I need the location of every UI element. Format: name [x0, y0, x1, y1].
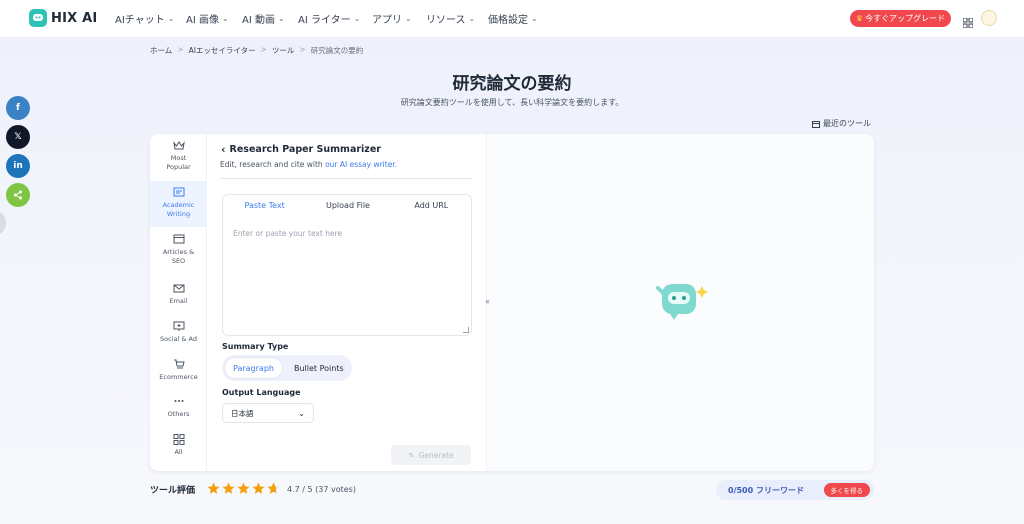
star-icon[interactable]	[222, 482, 235, 495]
tab-paste-text[interactable]: Paste Text	[223, 195, 306, 217]
category-all[interactable]: All	[150, 428, 207, 471]
cart-icon	[173, 359, 185, 369]
more-icon	[174, 400, 183, 402]
social-icon	[173, 321, 184, 331]
nav-ai-chat[interactable]: AIチャット ⌄	[115, 11, 186, 26]
logo-icon	[29, 9, 47, 27]
summary-type-paragraph[interactable]: Paragraph	[225, 358, 282, 378]
breadcrumb: ホーム > AIエッセイライター > ツール > 研究論文の要約	[150, 45, 364, 56]
star-icon[interactable]	[252, 482, 265, 495]
rating-stars[interactable]	[207, 482, 280, 495]
resize-handle[interactable]	[463, 327, 469, 333]
academic-icon	[173, 187, 184, 197]
x-icon: 𝕏	[14, 132, 22, 142]
chevron-down-icon: ⌄	[277, 14, 285, 23]
text-input-box[interactable]: Paste Text Upload File Add URL Enter or …	[222, 194, 472, 336]
chevron-down-icon: ⌄	[221, 14, 229, 23]
top-navbar: HIX AI AIチャット ⌄ AI 画像 ⌄ AI 動画 ⌄ AI ライター ⌄ アプ…	[0, 0, 1024, 38]
avatar[interactable]	[981, 10, 997, 26]
star-icon[interactable]	[207, 482, 220, 495]
wand-icon: ✎	[408, 450, 415, 460]
page-title: 研究論文の要約	[452, 74, 572, 94]
facebook-icon: f	[16, 103, 20, 113]
apps-grid-icon[interactable]	[962, 13, 974, 32]
category-rail: Most Popular Academic Writing Articles &…	[150, 134, 207, 471]
share-x-button[interactable]: 𝕏	[6, 125, 30, 149]
word-quota-text: 0/500 フリーワード	[728, 485, 804, 495]
rating-label: ツール評価	[150, 486, 196, 496]
output-language-select[interactable]: 日本語 ⌄	[222, 403, 314, 423]
star-half-icon[interactable]	[267, 482, 280, 495]
breadcrumb-current: 研究論文の要約	[310, 46, 364, 55]
breadcrumb-tools[interactable]: ツール	[272, 45, 295, 56]
share-facebook-button[interactable]: f	[6, 96, 30, 120]
nav-resources[interactable]: リソース ⌄	[426, 11, 488, 26]
tool-card: Most Popular Academic Writing Articles &…	[150, 134, 874, 471]
category-academic-writing[interactable]: Academic Writing	[150, 181, 207, 227]
rating-score: 4.7 / 5 (37 votes)	[287, 485, 356, 494]
category-articles-seo[interactable]: Articles & SEO	[150, 228, 207, 274]
chevron-down-icon: ⌄	[167, 14, 175, 23]
upgrade-button[interactable]: ♛ 今すぐアップグレード	[850, 10, 951, 27]
breadcrumb-ai-essay-writer[interactable]: AIエッセイライター	[189, 45, 256, 56]
main-nav: AIチャット ⌄ AI 画像 ⌄ AI 動画 ⌄ AI ライター ⌄ アプリ ⌄ リソース…	[115, 11, 550, 26]
linkedin-icon: in	[13, 161, 23, 171]
tool-input-panel: ‹ Research Paper Summarizer Edit, resear…	[207, 134, 485, 471]
chevron-down-icon: ⌄	[405, 14, 412, 23]
tool-title[interactable]: ‹ Research Paper Summarizer	[221, 143, 381, 156]
crown-icon: ♛	[855, 14, 864, 23]
divider	[220, 178, 472, 179]
page-subtitle: 研究論文要約ツールを使用して、長い科学論文を要約します。	[400, 98, 624, 107]
chevron-left-icon[interactable]: ‹	[221, 143, 226, 156]
ai-essay-writer-link[interactable]: our AI essay writer.	[325, 160, 397, 169]
generate-button[interactable]: ✎ Generate	[391, 445, 471, 465]
category-most-popular[interactable]: Most Popular	[150, 134, 207, 180]
breadcrumb-home[interactable]: ホーム	[150, 45, 172, 56]
brand-logo[interactable]: HIX AI	[29, 9, 97, 27]
input-source-tabs: Paste Text Upload File Add URL	[223, 195, 473, 217]
collapse-panel-icon[interactable]: «	[485, 297, 495, 307]
mail-icon	[173, 284, 184, 293]
output-panel	[486, 134, 874, 471]
nav-ai-image[interactable]: AI 画像 ⌄	[186, 11, 242, 26]
chevron-down-icon: ⌄	[468, 14, 476, 23]
share-icon	[14, 190, 22, 200]
nav-apps[interactable]: アプリ ⌄	[372, 11, 426, 26]
summary-type-bullet-points[interactable]: Bullet Points	[286, 358, 352, 378]
crown-icon	[172, 141, 185, 150]
summary-type-toggle: Paragraph Bullet Points	[222, 355, 352, 381]
tab-upload-file[interactable]: Upload File	[306, 195, 389, 217]
robot-mascot-icon	[656, 284, 708, 320]
calendar-icon	[812, 120, 820, 128]
star-icon[interactable]	[237, 482, 250, 495]
recent-tools-link[interactable]: 最近のツール	[812, 118, 871, 129]
chevron-down-icon: ⌄	[298, 408, 305, 418]
grid-icon	[173, 434, 184, 445]
chevron-down-icon: ⌄	[531, 14, 538, 23]
chevron-down-icon: ⌄	[353, 14, 361, 23]
word-quota-badge: 0/500 フリーワード 多くを得る	[716, 480, 874, 500]
output-language-label: Output Language	[222, 388, 301, 397]
share-linkedin-button[interactable]: in	[6, 154, 30, 178]
nav-ai-writer[interactable]: AI ライター ⌄	[298, 11, 372, 26]
get-more-button[interactable]: 多くを得る	[823, 483, 870, 497]
summary-type-label: Summary Type	[222, 342, 289, 351]
brand-name: HIX AI	[51, 10, 98, 26]
share-generic-button[interactable]	[6, 183, 30, 207]
nav-ai-video[interactable]: AI 動画 ⌄	[242, 11, 298, 26]
nav-pricing[interactable]: 価格設定 ⌄	[488, 11, 550, 26]
tab-add-url[interactable]: Add URL	[390, 195, 473, 217]
text-input-placeholder: Enter or paste your text here	[233, 229, 343, 238]
article-icon	[173, 234, 184, 244]
tool-description: Edit, research and cite with our AI essa…	[220, 160, 398, 169]
